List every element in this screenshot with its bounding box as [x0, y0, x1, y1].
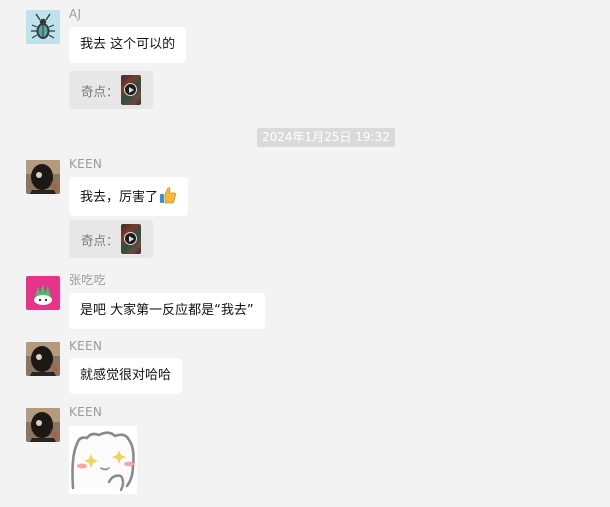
quote-label: 奇点： — [81, 83, 119, 99]
avatar-zhangchichi[interactable] — [26, 276, 60, 310]
message-bubble[interactable]: 就感觉很对哈哈 — [69, 358, 183, 394]
pink-cartoon-avatar-icon — [26, 276, 60, 310]
avatar-keen[interactable] — [26, 408, 60, 442]
avatar-keen[interactable] — [26, 342, 60, 376]
sender-name: KEEN — [69, 157, 103, 171]
quoted-video-reference[interactable]: 奇点： — [69, 220, 153, 258]
beetle-avatar-icon — [26, 10, 60, 44]
message-bubble[interactable]: 我去 这个可以的 — [69, 27, 187, 63]
person-photo-avatar-icon — [26, 342, 60, 376]
person-photo-avatar-icon — [26, 408, 60, 442]
sender-name: 张吃吃 — [69, 273, 106, 287]
person-photo-avatar-icon — [26, 160, 60, 194]
message-text: 我去，厉害了 — [80, 190, 159, 205]
sender-name: KEEN — [69, 405, 103, 419]
play-icon — [123, 83, 137, 96]
avatar-keen[interactable] — [26, 160, 60, 194]
message-bubble[interactable]: 是吧 大家第一反应都是“我去” — [69, 293, 265, 329]
video-thumbnail[interactable] — [120, 224, 141, 254]
play-icon — [123, 232, 137, 245]
thumbs-up-icon — [160, 187, 176, 204]
sender-name: AJ — [69, 7, 82, 21]
timestamp: 2024年1月25日 19:32 — [257, 128, 395, 147]
bear-sticker-icon — [69, 426, 137, 494]
sender-name: KEEN — [69, 339, 103, 353]
sticker-message[interactable] — [69, 426, 137, 494]
video-thumbnail[interactable] — [120, 75, 141, 105]
quote-label: 奇点： — [81, 232, 119, 248]
quoted-video-reference[interactable]: 奇点： — [69, 71, 153, 109]
avatar-aj[interactable] — [26, 10, 60, 44]
message-bubble[interactable]: 我去，厉害了 — [69, 177, 189, 216]
